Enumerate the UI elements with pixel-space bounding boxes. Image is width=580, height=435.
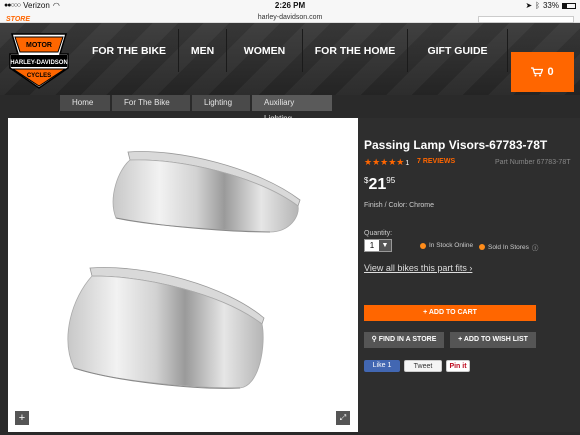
product-details-panel: Passing Lamp Visors-67783-78T ★★★★★1 7 R… [358, 118, 580, 432]
clock: 2:26 PM [274, 1, 306, 10]
battery-percent: 33% [542, 1, 559, 10]
nav-for-the-bike[interactable]: FOR THE BIKE [80, 29, 179, 72]
breadcrumb-for-the-bike[interactable]: For The Bike [112, 95, 190, 111]
main-nav: FOR THE BIKE MEN WOMEN FOR THE HOME GIFT… [80, 29, 508, 72]
nav-for-the-home[interactable]: FOR THE HOME [303, 29, 408, 72]
sold-in-stores-status: Sold In Stores ⓘ [479, 242, 538, 252]
visor-top [112, 151, 301, 233]
part-number: Part Number 67783-78T [495, 159, 571, 166]
quantity-select[interactable]: 1 ▼ [364, 239, 392, 252]
zoom-in-button[interactable]: + [15, 411, 29, 425]
facebook-like-button[interactable]: Like 1 [364, 360, 400, 372]
product-title: Passing Lamp Visors-67783-78T [364, 138, 548, 152]
product-image-panel [8, 118, 358, 432]
cart-count: 0 [547, 66, 554, 78]
plus-icon: + [423, 309, 428, 316]
bluetooth-icon: ᛒ [535, 1, 540, 10]
rating-stars[interactable]: ★★★★★1 [364, 157, 409, 168]
harley-davidson-logo[interactable]: MOTOR HARLEY-DAVIDSON CYCLES [4, 28, 74, 92]
quantity-value: 1 [369, 241, 375, 250]
cart-icon [531, 67, 544, 77]
tweet-button[interactable]: Tweet [404, 360, 442, 372]
cart-button[interactable]: 0 [511, 52, 574, 92]
logo-brand-text: HARLEY-DAVIDSON [10, 60, 68, 66]
finish-color: Finish / Color: Chrome [364, 202, 435, 209]
logo-motor-text: MOTOR [26, 42, 52, 49]
status-bar: ●●○○○ Verizon ◠ 2:26 PM ➤ ᛒ 33% [0, 0, 580, 12]
map-pin-icon: ⚲ [371, 336, 377, 343]
add-to-wishlist-button[interactable]: + ADD TO WISH LIST [450, 332, 536, 348]
chevron-down-icon: ▼ [379, 240, 391, 251]
breadcrumb-home[interactable]: Home [60, 95, 110, 111]
nav-gift-guide[interactable]: GIFT GUIDE [408, 29, 508, 72]
location-icon: ➤ [525, 1, 533, 10]
search-input[interactable] [478, 16, 574, 23]
breadcrumb: Home For The Bike Lighting Auxiliary Lig… [60, 95, 334, 123]
breadcrumb-auxiliary-lighting[interactable]: Auxiliary Lighting [252, 95, 332, 123]
logo-cycles-text: CYCLES [27, 73, 51, 79]
star-icons: ★★★★★ [364, 157, 405, 167]
product-image[interactable] [8, 118, 358, 432]
find-in-store-button[interactable]: ⚲ FIND IN A STORE [364, 332, 444, 348]
breadcrumb-lighting[interactable]: Lighting [192, 95, 250, 111]
product-price: $2195 [364, 176, 395, 194]
price-cents: 95 [386, 176, 396, 185]
nav-men[interactable]: MEN [179, 29, 227, 72]
rating-count: 1 [405, 160, 410, 167]
store-label[interactable]: STORE [6, 16, 30, 23]
info-icon[interactable]: ⓘ [532, 242, 539, 252]
reviews-link[interactable]: 7 REVIEWS [417, 158, 455, 165]
check-icon [420, 242, 426, 249]
battery-icon [562, 2, 576, 9]
in-stock-status: In Stock Online [420, 242, 473, 249]
pinterest-button[interactable]: Pin it [446, 360, 470, 372]
expand-icon[interactable]: ⤢ [336, 411, 350, 425]
social-share: Like 1 Tweet Pin it [364, 360, 470, 372]
nav-women[interactable]: WOMEN [227, 29, 303, 72]
add-to-cart-button[interactable]: + ADD TO CART [364, 305, 536, 321]
view-bikes-link[interactable]: View all bikes this part fits › [364, 263, 472, 273]
visor-bottom [67, 267, 265, 389]
quantity-label: Quantity: [364, 230, 393, 237]
plus-icon: + [458, 336, 463, 343]
price-dollars: 21 [368, 176, 387, 193]
check-icon [479, 244, 485, 250]
